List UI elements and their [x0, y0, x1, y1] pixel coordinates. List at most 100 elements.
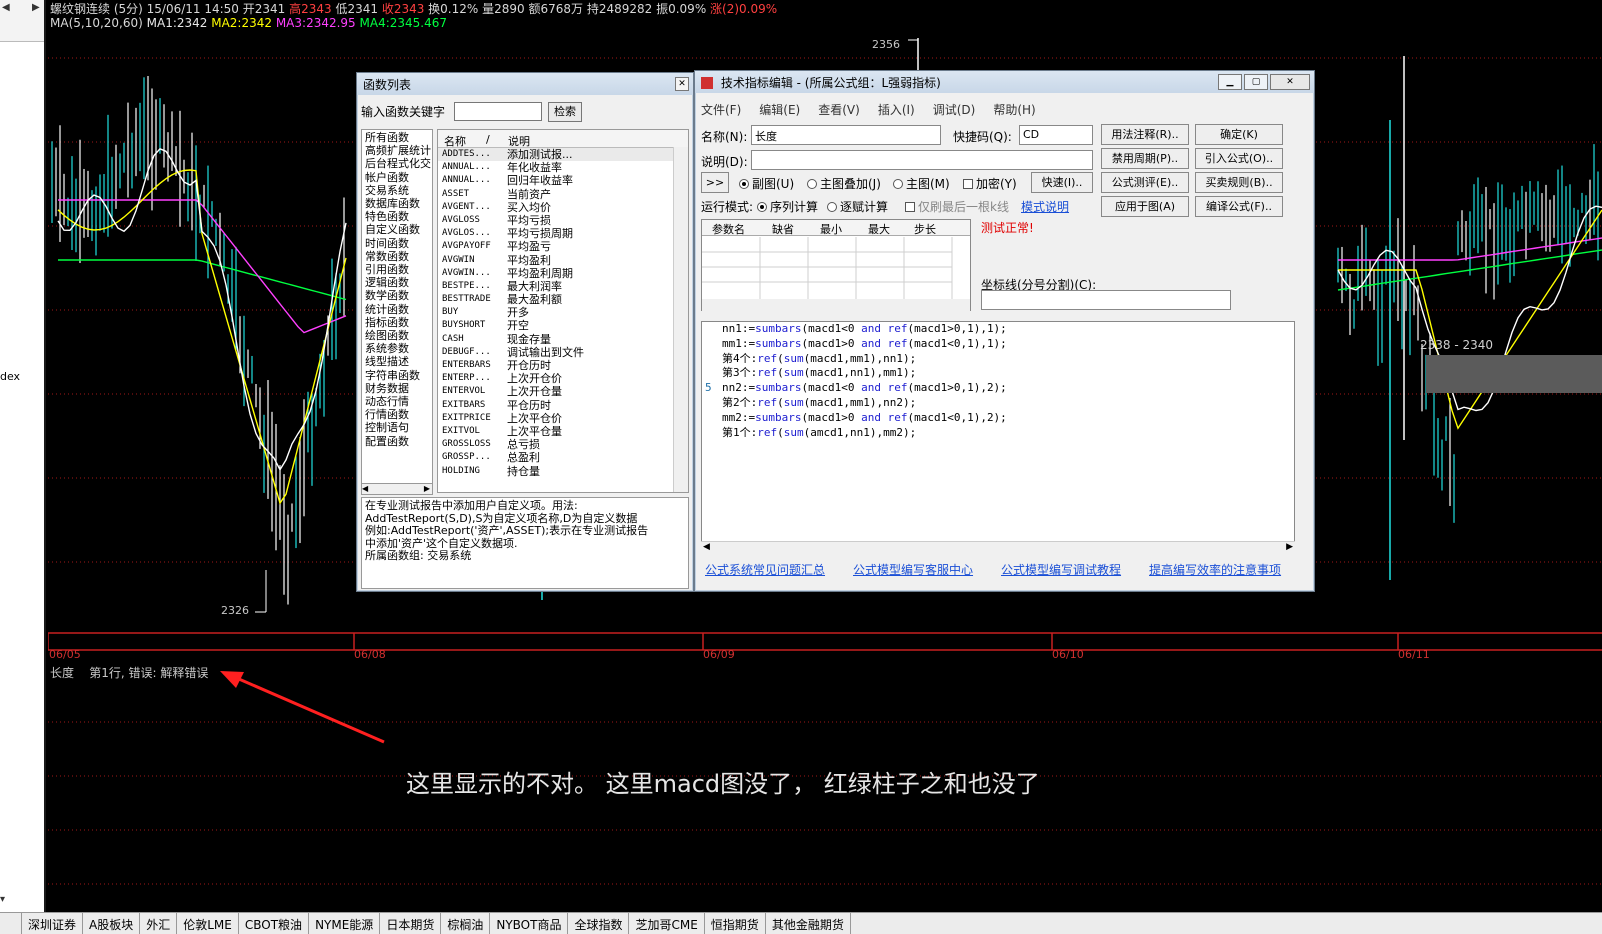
search-button[interactable]: 检索: [548, 102, 582, 122]
category-item[interactable]: 特色函数: [365, 210, 429, 223]
scroll-down-icon[interactable]: ▾: [0, 894, 5, 905]
scroll-right-icon[interactable]: ▶: [424, 484, 430, 493]
category-item[interactable]: 数学函数: [365, 289, 429, 302]
function-row[interactable]: HOLDING 持仓量: [438, 465, 688, 478]
left-panel-scrollbar[interactable]: ▾: [0, 894, 46, 912]
scroll-right-icon[interactable]: ▶: [1286, 542, 1293, 552]
category-item[interactable]: 统计函数: [365, 303, 429, 316]
market-tab[interactable]: 日本期货: [380, 913, 442, 934]
formula-code-editor[interactable]: nn1:=sumbars(macd1<0 and ref(macd1>0,1),…: [701, 321, 1295, 555]
category-item[interactable]: 绘图函数: [365, 329, 429, 342]
function-row[interactable]: GROSSLOSS 总亏损: [438, 438, 688, 451]
scroll-right-icon[interactable]: ▶: [32, 2, 40, 13]
maximize-icon[interactable]: ▢: [1244, 74, 1268, 90]
chart-option-overlay[interactable]: 主图叠加(J): [807, 175, 881, 192]
function-row[interactable]: AVGENT... 买入均价: [438, 201, 688, 214]
close-icon[interactable]: ✕: [1270, 74, 1310, 90]
market-tab[interactable]: 恒指期货: [705, 913, 766, 934]
code-scrollbar[interactable]: ◀ ▶: [701, 541, 1295, 555]
function-row[interactable]: AVGLOS... 平均亏损周期: [438, 227, 688, 240]
chart-option-sub[interactable]: 副图(U): [739, 175, 794, 192]
function-row[interactable]: BESTPE... 最大利润率: [438, 280, 688, 293]
category-item[interactable]: 财务数据: [365, 382, 429, 395]
function-category-list[interactable]: 所有函数 高频扩展统计 后台程式化交 帐户函数 交易系统 数据库函数 特色函数 自定义函数 时间…: [361, 129, 433, 493]
function-row[interactable]: DEBUGF... 调试输出到文件: [438, 346, 688, 359]
chart-option-main[interactable]: 主图(M): [893, 175, 950, 192]
category-item[interactable]: 指标函数: [365, 316, 429, 329]
function-search-input[interactable]: [454, 102, 542, 121]
menu-item[interactable]: 调试(D): [933, 101, 976, 118]
axis-lines-input[interactable]: [981, 290, 1231, 310]
compile-formula-button[interactable]: 编译公式(F)..: [1195, 196, 1283, 217]
name-input[interactable]: 长度: [751, 125, 941, 145]
menu-item[interactable]: 编辑(E): [759, 101, 800, 118]
menu-item[interactable]: 文件(F): [701, 101, 741, 118]
category-item[interactable]: 字符串函数: [365, 369, 429, 382]
help-link[interactable]: 公式系统常见问题汇总: [705, 561, 825, 578]
help-link[interactable]: 公式模型编写调试教程: [1001, 561, 1121, 578]
function-row[interactable]: CASH 现金存量: [438, 333, 688, 346]
tab-scroll-icon[interactable]: [0, 913, 22, 934]
market-tab[interactable]: 伦敦LME: [177, 913, 239, 934]
market-tab[interactable]: 芝加哥CME: [629, 913, 705, 934]
category-item[interactable]: 行情函数: [365, 408, 429, 421]
market-tab[interactable]: A股板块: [83, 913, 141, 934]
function-row[interactable]: ASSET 当前资产: [438, 188, 688, 201]
category-item[interactable]: 后台程式化交: [365, 157, 431, 170]
market-tab[interactable]: 其他金融期货: [766, 913, 851, 934]
shortcut-input[interactable]: CD: [1019, 125, 1093, 145]
function-table[interactable]: 名称 / 说明 ADDTES... 添加测试报... ANNUAL... 年化收益率 A…: [437, 129, 689, 493]
function-row[interactable]: ENTERVOL 上次开仓量: [438, 385, 688, 398]
function-row[interactable]: ANNUAL... 回归年收益率: [438, 174, 688, 187]
category-item[interactable]: 线型描述: [365, 355, 429, 368]
run-mode-step[interactable]: 逐赋计算: [827, 198, 888, 215]
minimize-icon[interactable]: ▁: [1218, 74, 1242, 90]
function-row[interactable]: BUYSHORT 开空: [438, 319, 688, 332]
function-row[interactable]: ADDTES... 添加测试报...: [438, 148, 688, 162]
market-tab[interactable]: 全球指数: [568, 913, 630, 934]
help-link[interactable]: 提高编写效率的注意事项: [1149, 561, 1281, 578]
function-row[interactable]: EXITPRICE 上次平仓价: [438, 412, 688, 425]
category-item[interactable]: 所有函数: [365, 131, 429, 144]
market-tab[interactable]: 深圳证券: [22, 913, 84, 934]
column-header-desc[interactable]: 说明: [508, 133, 530, 149]
expand-button[interactable]: >>: [701, 172, 729, 193]
function-row[interactable]: GROSSP... 总盈利: [438, 451, 688, 464]
parameter-table[interactable]: 参数名 缺省 最小 最大 步长: [701, 219, 971, 311]
category-item[interactable]: 帐户函数: [365, 171, 429, 184]
market-tab[interactable]: NYBOT商品: [490, 913, 569, 934]
category-item[interactable]: 动态行情: [365, 395, 429, 408]
trade-rules-button[interactable]: 买卖规则(B)..: [1195, 172, 1283, 193]
function-table-scrollbar[interactable]: [673, 147, 688, 492]
scroll-left-icon[interactable]: ◀: [2, 2, 10, 13]
category-item[interactable]: 高频扩展统计: [365, 144, 431, 157]
category-scrollbar[interactable]: ◀ ▶: [361, 483, 433, 495]
category-item[interactable]: 引用函数: [365, 263, 429, 276]
last-k-checkbox[interactable]: 仅刷最后一根k线: [905, 198, 1009, 215]
category-item[interactable]: 自定义函数: [365, 223, 429, 236]
category-item[interactable]: 逻辑函数: [365, 276, 429, 289]
scroll-left-icon[interactable]: ◀: [703, 542, 710, 552]
formula-test-button[interactable]: 公式测评(E)..: [1101, 172, 1189, 193]
function-row[interactable]: AVGWIN... 平均盈利周期: [438, 267, 688, 280]
function-row[interactable]: ANNUAL... 年化收益率: [438, 161, 688, 174]
function-row[interactable]: AVGPAYOFF 平均盈亏: [438, 240, 688, 253]
function-row[interactable]: EXITVOL 上次平仓量: [438, 425, 688, 438]
function-row[interactable]: EXITBARS 平仓历时: [438, 399, 688, 412]
close-icon[interactable]: ✕: [675, 77, 689, 91]
menu-item[interactable]: 插入(I): [878, 101, 915, 118]
market-tab[interactable]: NYME能源: [309, 913, 381, 934]
column-header-name[interactable]: 名称: [444, 133, 466, 149]
scroll-left-icon[interactable]: ◀: [362, 484, 368, 493]
market-tab[interactable]: 棕榈油: [441, 913, 491, 934]
run-mode-sequence[interactable]: 序列计算: [757, 198, 818, 215]
category-item[interactable]: 数据库函数: [365, 197, 429, 210]
mode-help-link[interactable]: 模式说明: [1021, 198, 1069, 215]
market-tab[interactable]: 外汇: [140, 913, 178, 934]
category-item[interactable]: 时间函数: [365, 237, 429, 250]
menu-item[interactable]: 查看(V): [818, 101, 860, 118]
market-tab[interactable]: CBOT粮油: [239, 913, 310, 934]
encrypt-checkbox[interactable]: 加密(Y): [963, 175, 1017, 192]
function-row[interactable]: AVGLOSS 平均亏损: [438, 214, 688, 227]
function-row[interactable]: BUY 开多: [438, 306, 688, 319]
